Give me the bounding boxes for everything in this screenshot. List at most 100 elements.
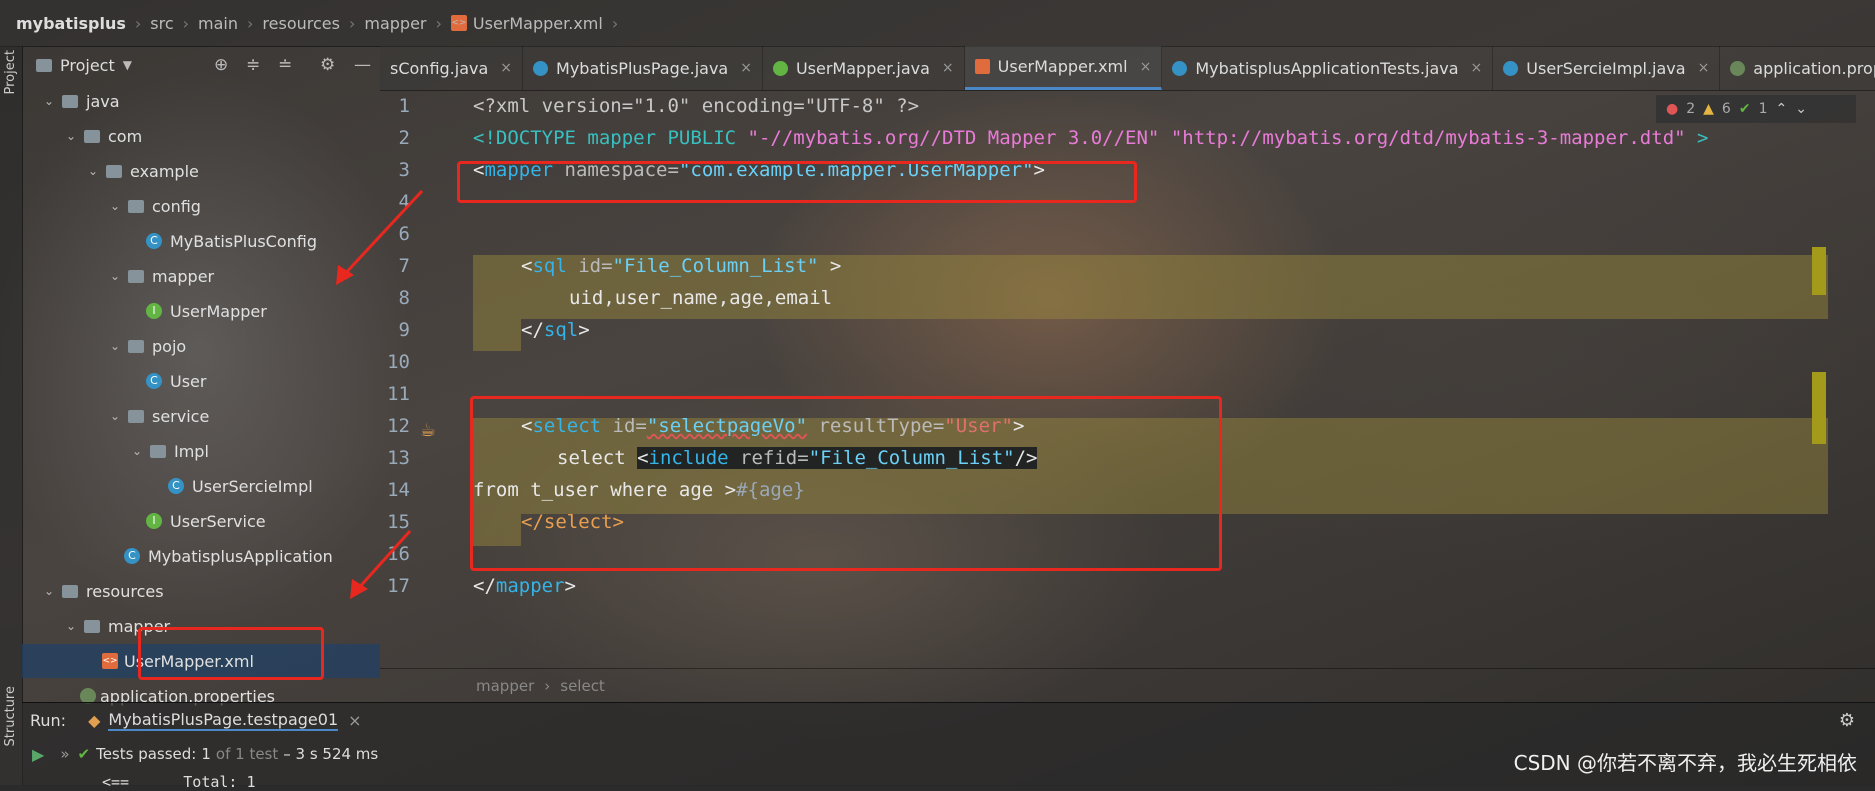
- breadcrumb-src[interactable]: src: [150, 14, 173, 33]
- bracket: >: [578, 319, 590, 341]
- chevron-down-icon[interactable]: ⌄: [44, 94, 58, 108]
- xml-file-icon: <>: [450, 15, 467, 31]
- breadcrumb-project[interactable]: mybatisplus: [16, 14, 126, 33]
- close-icon[interactable]: ×: [740, 60, 752, 76]
- close-icon[interactable]: ×: [1140, 59, 1152, 75]
- tree-item[interactable]: I UserMapper: [22, 294, 380, 328]
- chevron-down-icon[interactable]: ⌄: [110, 339, 124, 353]
- tab-application-tests[interactable]: MybatisplusApplicationTests.java ×: [1162, 46, 1494, 90]
- gear-icon[interactable]: ⚙: [320, 55, 335, 75]
- line-number: 3: [398, 159, 410, 181]
- chevron-down-icon[interactable]: ⌄: [110, 409, 124, 423]
- class-icon: [533, 60, 549, 76]
- tree-item-label: pojo: [152, 336, 187, 356]
- tree-item[interactable]: I UserService: [22, 504, 380, 538]
- close-icon[interactable]: ×: [500, 60, 512, 76]
- bracket: <: [521, 255, 533, 277]
- project-panel-header: Project ▼ ⊕ ≑ ≐ ⚙ —: [22, 46, 380, 84]
- tree-item-label: MybatisplusApplication: [148, 546, 333, 566]
- chevron-down-icon[interactable]: ⌄: [66, 619, 80, 633]
- folder-icon: [128, 199, 144, 213]
- run-icon[interactable]: ▶: [32, 745, 44, 764]
- expand-all-icon[interactable]: ≑: [246, 55, 260, 75]
- locate-file-icon[interactable]: ⊕: [214, 55, 228, 75]
- breadcrumb-mapper[interactable]: mapper: [364, 14, 426, 33]
- project-tool-window-tab[interactable]: Project: [3, 50, 18, 94]
- line-number: 14: [387, 479, 410, 501]
- chevron-down-icon[interactable]: ⌄: [110, 269, 124, 283]
- breadcrumb-file[interactable]: UserMapper.xml: [473, 14, 603, 33]
- java-bean-icon[interactable]: ☕: [420, 420, 436, 441]
- breadcrumb-main[interactable]: main: [198, 14, 238, 33]
- tree-item[interactable]: ⌄ example: [22, 154, 380, 188]
- line-number: 12: [387, 415, 410, 437]
- tab-label: sConfig.java: [390, 58, 489, 78]
- annotation-box-xml-file: [138, 627, 324, 680]
- code-line-16: </mapper>: [473, 570, 576, 602]
- annotation-arrow-icon: [336, 189, 424, 285]
- chevron-down-icon[interactable]: ⌄: [44, 584, 58, 598]
- breadcrumb-resources[interactable]: resources: [262, 14, 340, 33]
- xml-declaration: <?xml version="1.0" encoding="UTF-8" ?>: [473, 95, 920, 117]
- tree-item[interactable]: ⌄ Impl: [22, 434, 380, 468]
- run-panel-header: Run: ◆ MybatisPlusPage.testpage01 × ⚙: [22, 703, 1875, 737]
- editor-tabs: sConfig.java × MybatisPlusPage.java × User…: [380, 46, 1875, 91]
- tag-name: sql: [532, 255, 567, 277]
- close-icon[interactable]: ×: [348, 711, 361, 730]
- close-icon[interactable]: ×: [942, 60, 954, 76]
- interface-icon: I: [146, 513, 162, 529]
- bracket: >: [564, 575, 576, 597]
- expand-icon[interactable]: »: [60, 745, 69, 763]
- tests-total: of 1 test: [215, 745, 279, 763]
- tree-item[interactable]: ⌄ java: [22, 84, 380, 118]
- minimize-icon[interactable]: —: [354, 55, 371, 75]
- close-icon[interactable]: ×: [1471, 60, 1483, 76]
- folder-icon: [128, 339, 144, 353]
- line-number: 1: [398, 95, 410, 117]
- tab-usersercieimpl[interactable]: UserSercieImpl.java ×: [1493, 46, 1721, 90]
- run-config-tab[interactable]: MybatisPlusPage.testpage01: [108, 710, 339, 731]
- tab-config-java[interactable]: sConfig.java ×: [380, 46, 524, 90]
- line-number: 9: [398, 319, 410, 341]
- gear-icon[interactable]: ⚙: [1839, 710, 1855, 731]
- doctype-end: >: [1685, 127, 1709, 149]
- tree-item[interactable]: ⌄ com: [22, 119, 380, 153]
- structure-tool-window-tab[interactable]: Structure: [3, 686, 18, 746]
- close-icon[interactable]: ×: [1698, 60, 1710, 76]
- breadcrumb-separator-icon: ›: [611, 13, 619, 33]
- tree-item[interactable]: C MybatisplusApplication: [22, 539, 380, 573]
- tree-item[interactable]: ⌄ pojo: [22, 329, 380, 363]
- editor-breadcrumb-mapper[interactable]: mapper: [476, 677, 534, 695]
- tree-item[interactable]: ⌄ resources: [22, 574, 380, 608]
- folder-icon: [84, 129, 100, 143]
- editor-breadcrumb: mapper › select: [380, 668, 1875, 703]
- tree-item-label: resources: [86, 581, 164, 601]
- project-view-icon: [36, 58, 52, 72]
- tests-passed-label: Tests passed:: [96, 745, 197, 763]
- tab-label: UserMapper.xml: [997, 57, 1128, 76]
- tab-mybatisplus-page[interactable]: MybatisPlusPage.java ×: [523, 46, 763, 90]
- bracket: </: [521, 319, 544, 341]
- tree-item[interactable]: C UserSercieImpl: [22, 469, 380, 503]
- tab-usermapper-java[interactable]: UserMapper.java ×: [763, 46, 965, 90]
- tree-item[interactable]: C User: [22, 364, 380, 398]
- doctype-public-id: "-//mybatis.org//DTD Mapper 3.0//EN": [747, 127, 1160, 149]
- tree-item[interactable]: ⌄ service: [22, 399, 380, 433]
- chevron-down-icon[interactable]: ▼: [123, 58, 132, 72]
- folder-icon: [150, 444, 166, 458]
- tab-application-properties[interactable]: application.properties×: [1720, 46, 1875, 90]
- chevron-down-icon[interactable]: ⌄: [88, 164, 102, 178]
- collapse-all-icon[interactable]: ≐: [278, 55, 292, 75]
- tab-usermapper-xml[interactable]: UserMapper.xml ×: [964, 46, 1163, 90]
- project-view-selector[interactable]: Project: [60, 56, 115, 75]
- doctype-system-id: "http://mybatis.org/dtd/mybatis-3-mapper…: [1170, 127, 1686, 149]
- chevron-down-icon[interactable]: ⌄: [110, 199, 124, 213]
- folder-icon: [84, 619, 100, 633]
- tree-item-label: User: [170, 371, 207, 391]
- code-line-2: <!DOCTYPE mapper PUBLIC "-//mybatis.org/…: [473, 122, 1708, 154]
- chevron-down-icon[interactable]: ⌄: [66, 129, 80, 143]
- editor-breadcrumb-select[interactable]: select: [560, 677, 605, 695]
- chevron-down-icon[interactable]: ⌄: [132, 444, 146, 458]
- tests-passed-count: 1: [201, 745, 211, 763]
- folder-icon: [128, 269, 144, 283]
